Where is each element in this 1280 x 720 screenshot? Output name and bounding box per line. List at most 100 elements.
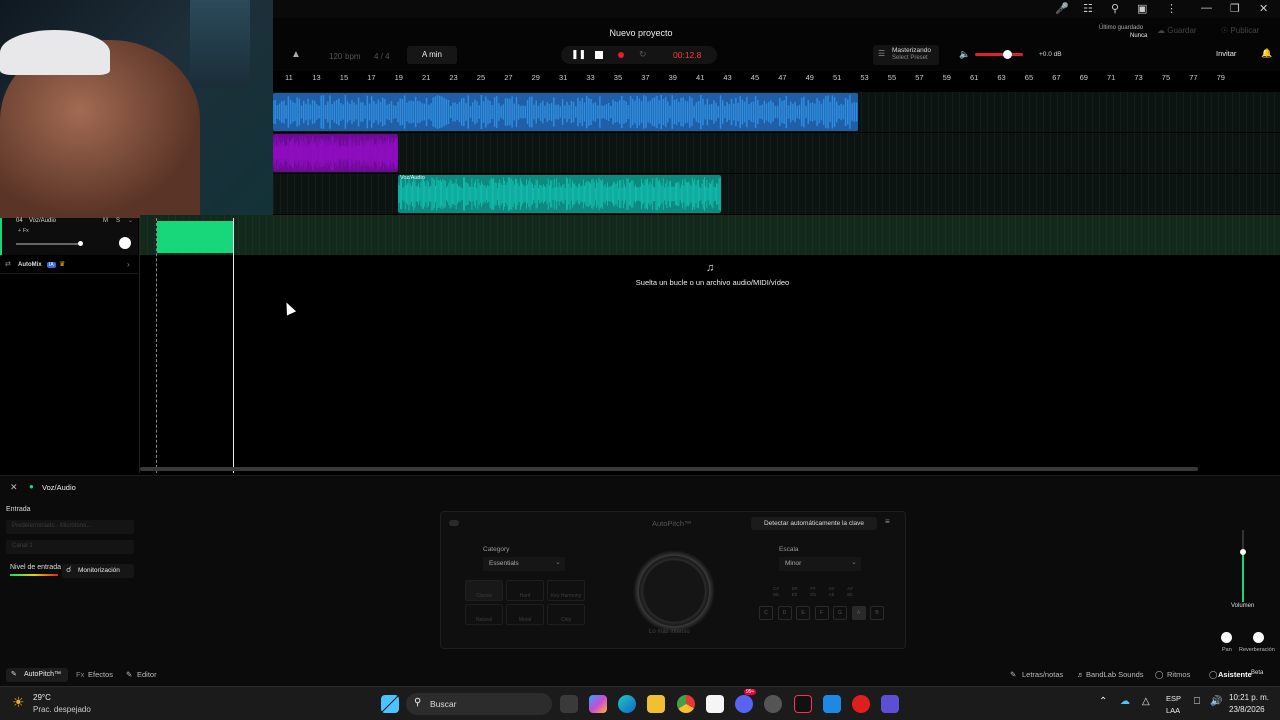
tab-sounds[interactable]: BandLab Sounds [1086,670,1144,679]
horizontal-scrollbar[interactable] [140,467,1198,471]
publish-button[interactable]: ☉ Publicar [1221,26,1280,40]
task-view-icon[interactable] [560,695,578,713]
tab-editor[interactable]: Editor [137,670,157,679]
timeline-ruler[interactable]: 11 13 15 17 19 21 23 25 27 29 31 33 35 37 39 41 43 45 47 49… [273,71,1280,91]
notepad-icon[interactable] [823,695,841,713]
key-button[interactable]: A min [407,46,457,64]
volume-fader[interactable] [1240,530,1246,602]
tab-effects[interactable]: Efectos [88,670,113,679]
track-volume-slider[interactable] [16,241,83,246]
capcut-icon[interactable] [706,695,724,713]
pause-icon[interactable]: ❚❚ [571,49,586,60]
preset-hard[interactable]: Hard [506,580,544,601]
volume-thumb[interactable] [1003,50,1012,59]
natural-key-f[interactable]: F [814,606,829,620]
channel-select[interactable]: Canal 1 [6,540,134,554]
audio-clip-2[interactable] [273,134,398,172]
monitor-button[interactable]: ☌ Monitorización [62,564,134,578]
natural-key-d[interactable]: D [777,606,792,620]
sharp-key[interactable]: G# Ab [825,586,839,598]
app-icon[interactable] [764,695,782,713]
close-panel-icon[interactable]: ✕ [10,482,18,493]
mastering-button[interactable]: ☰ Masterizando Select Preset [873,45,939,65]
track-volume-thumb[interactable] [78,241,83,246]
preset-classic[interactable]: Classic [465,580,503,601]
clock-date[interactable]: 23/8/2026 [1229,705,1265,714]
vscode-icon[interactable] [881,695,899,713]
metronome-icon[interactable]: ▲ [291,49,301,60]
track-lane-2[interactable] [273,133,1280,173]
search-box[interactable]: ⚲ Buscar [406,693,552,715]
solo-button[interactable]: S [116,218,120,224]
chevron-up-icon[interactable]: ⌃ [1099,696,1107,707]
track-name[interactable]: Voz/Audio [29,218,56,224]
close-icon[interactable]: ✕ [1259,2,1268,15]
natural-key-a[interactable]: A [851,606,866,620]
sharp-key[interactable]: D# Eb [788,586,802,598]
preset-natural[interactable]: Natural [465,604,503,625]
track-lane-1[interactable] [273,92,1280,132]
piano-icon[interactable]: ☷ [1083,2,1093,15]
playhead[interactable] [233,218,234,473]
mic-tray-icon[interactable]: △ [1142,696,1150,707]
save-button[interactable]: ☁ Guardar [1157,26,1217,40]
minimize-icon[interactable]: — [1201,2,1212,14]
loop-start-marker[interactable] [156,218,157,473]
tab-beats[interactable]: Ritmos [1167,670,1190,679]
search-icon[interactable]: ⚲ [1111,2,1119,15]
loop-icon[interactable]: ↻ [639,49,647,60]
weather-icon[interactable]: ☀ [12,694,25,711]
network-icon[interactable]: ⎕ [1194,696,1200,707]
pan-knob[interactable] [119,237,131,249]
fx-button[interactable]: + Fx [18,228,29,234]
track-header-4[interactable]: 04 Voz/Audio M S ⌄ + Fx [0,218,138,255]
chrome-icon[interactable] [677,695,695,713]
category-select[interactable]: Essentials ⌄ [483,557,565,571]
extension-icon[interactable]: ▣ [1137,2,1147,15]
chevron-right-icon[interactable]: › [127,260,130,269]
tab-lyrics[interactable]: Letras/notas [1022,670,1063,679]
plugin-power-toggle[interactable] [449,520,459,526]
sharp-key[interactable]: C# Db [769,586,783,598]
natural-key-c[interactable]: C [759,606,773,620]
edge-icon[interactable] [618,695,636,713]
windows-start-icon[interactable] [381,695,399,713]
bpm-value[interactable]: 120 [329,52,342,61]
invite-button[interactable]: Invitar [1216,49,1236,58]
temperature[interactable]: 29°C [33,693,51,702]
volume-slider[interactable] [975,50,1023,59]
tab-assistant[interactable]: Asistente [1218,670,1252,679]
discord-icon[interactable]: 99+ [735,689,757,713]
input-device-select[interactable]: Predeterminado - Micrófono... [6,520,134,534]
clock-time[interactable]: 10:21 p. m. [1229,693,1269,702]
keyboard-layout[interactable]: LAA [1166,706,1180,715]
tiktok-icon[interactable] [794,695,812,713]
pan-knob-master[interactable] [1221,632,1232,643]
natural-key-b[interactable]: B [870,606,884,620]
cloud-tray-icon[interactable]: ☁ [1120,696,1130,707]
project-title[interactable]: Nuevo proyecto [591,28,691,38]
mute-button[interactable]: M [103,218,108,224]
sharp-key[interactable]: A# Bb [843,586,857,598]
intensity-knob[interactable] [633,550,715,632]
notification-icon[interactable]: 🔔 [1261,48,1272,59]
bandlab-icon[interactable] [852,695,870,713]
natural-key-g[interactable]: G [833,606,847,620]
stop-icon[interactable] [595,51,603,59]
volume-fader-thumb[interactable] [1240,549,1246,555]
track-lane-3[interactable]: Voz/Audio [273,174,1280,214]
scale-select[interactable]: Minor ⌄ [779,557,861,571]
time-signature[interactable]: 4 / 4 [374,52,390,61]
speaker-tray-icon[interactable]: 🔊 [1210,696,1222,707]
settings-sliders-icon[interactable]: ≡ [885,517,890,526]
restore-icon[interactable]: ❐ [1230,2,1240,15]
track-menu-icon[interactable]: ⌄ [128,217,133,224]
speaker-icon[interactable]: 🔈 [959,49,970,60]
kebab-menu-icon[interactable]: ⋮ [1166,2,1177,15]
detect-key-button[interactable]: Detectar automáticamente la clave [751,517,877,530]
preset-key-harmony[interactable]: Key Harmony [547,580,585,601]
file-explorer-icon[interactable] [647,695,665,713]
microphone-icon[interactable]: 🎤 [1055,2,1069,15]
sharp-key[interactable]: F# Gb [806,586,820,598]
drop-zone[interactable]: ♫ Suelta un bucle o un archivo audio/MID… [156,258,1280,294]
